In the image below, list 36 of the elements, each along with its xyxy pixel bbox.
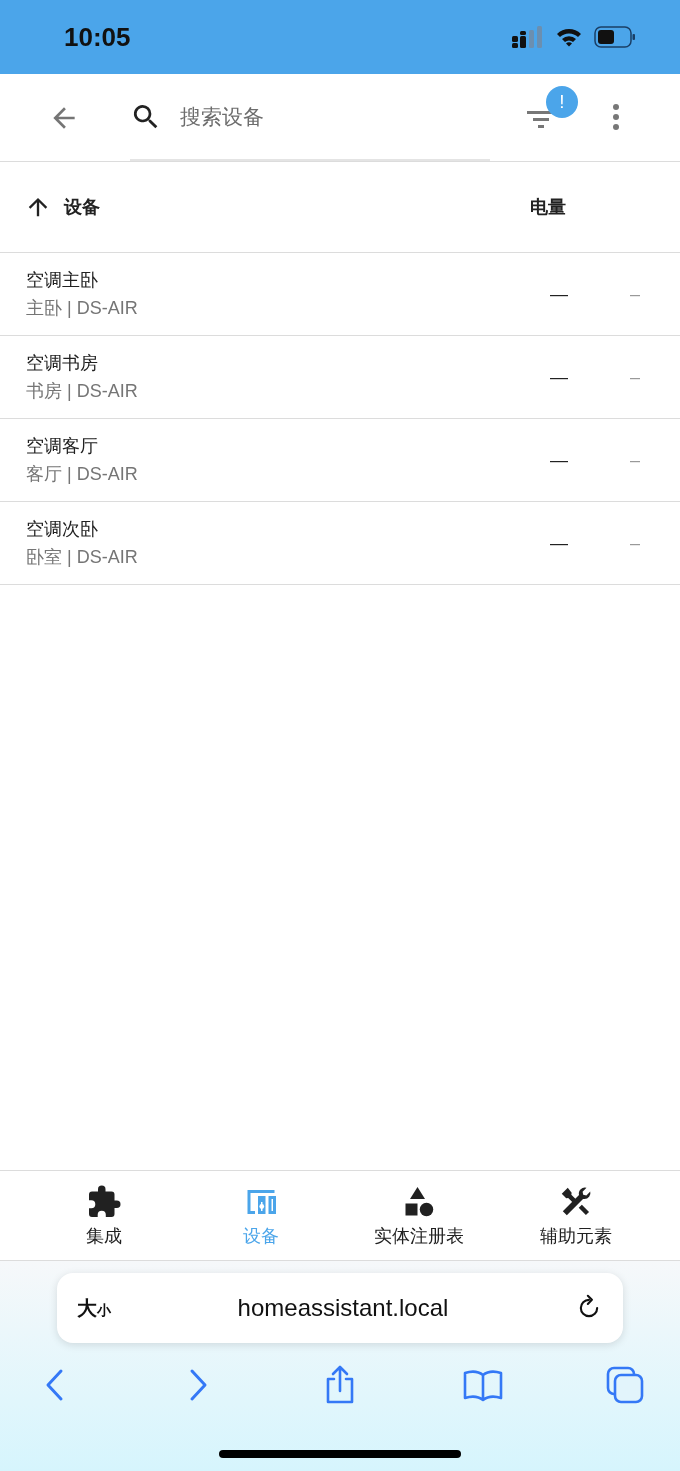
search-field[interactable]: 搜索设备 [178,103,490,130]
more-icon [613,103,619,130]
device-name: 空调主卧 [26,269,99,292]
book-icon [462,1368,503,1402]
signal-icon [512,26,544,48]
tabs-icon [606,1366,644,1404]
battery-value: — [550,283,569,305]
device-area: 书房 | DS-AIR [26,379,550,403]
device-area: 卧室 | DS-AIR [26,545,550,569]
battery-value: — [550,449,569,471]
device-name: 空调书房 [26,352,99,375]
table-cell-text: – [630,532,641,554]
battery-value: — [550,532,569,554]
device-row[interactable]: 空调主卧 主卧 | DS-AIR — – [0,253,680,336]
filter-badge: ! [546,86,578,118]
battery-value: — [550,366,569,388]
address-field[interactable]: homeassistant.local [111,1294,575,1322]
clock: 10:05 [64,21,131,53]
column-header[interactable]: 电量 [530,195,566,219]
text-size-button[interactable]: 大小 [77,1294,111,1322]
device-row[interactable]: 空调客厅 客厅 | DS-AIR — – [0,419,680,502]
table-cell-text: – [630,283,641,305]
device-area: 主卧 | DS-AIR [26,296,550,320]
device-row[interactable]: 空调书房 书房 | DS-AIR — – [0,336,680,419]
device-area: 客厅 | DS-AIR [26,462,550,486]
wifi-icon [556,27,582,47]
table-cell-text: – [630,449,641,471]
device-name: 空调次卧 [26,518,99,541]
nav-tab[interactable]: 辅助元素 [497,1171,655,1260]
battery-icon [594,26,636,48]
nav-tab[interactable]: 集成 [25,1171,183,1260]
tabs-button[interactable] [605,1365,645,1405]
column-header[interactable]: 设备 [64,195,100,219]
device-name: 空调客厅 [26,435,99,458]
nav-tab[interactable]: 实体注册表 [340,1171,498,1260]
table-cell-text: – [630,366,641,388]
